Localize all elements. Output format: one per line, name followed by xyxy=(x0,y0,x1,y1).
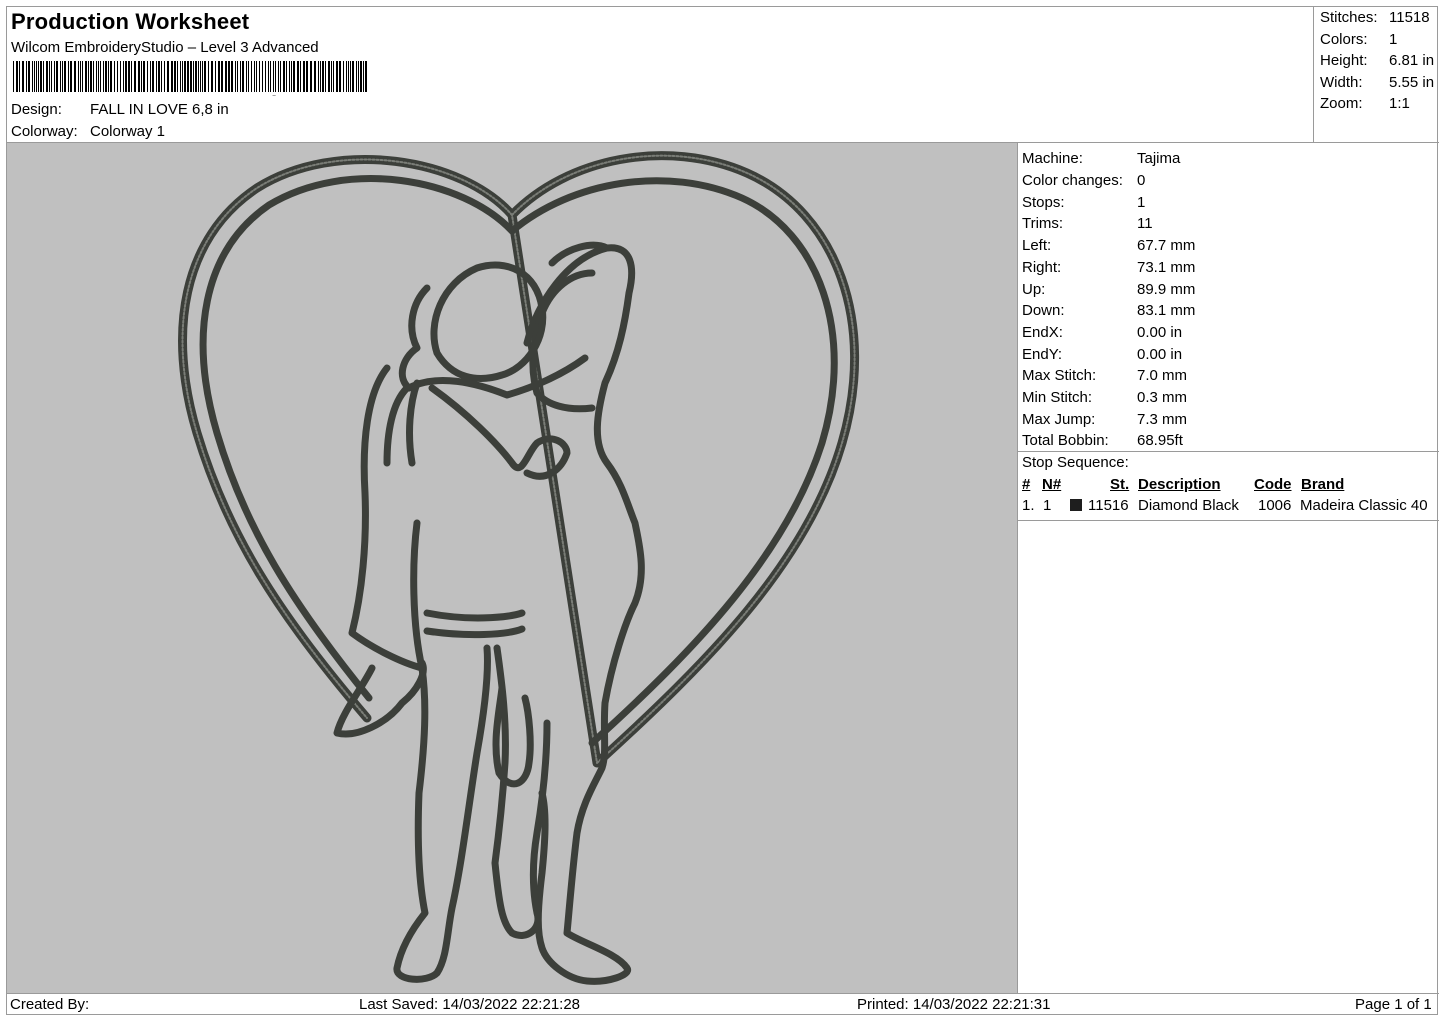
heart-outline-outer xyxy=(178,151,860,768)
right-label: Right: xyxy=(1022,259,1062,276)
machine-label: Machine: xyxy=(1022,150,1083,167)
right-value: 73.1 mm xyxy=(1137,259,1196,276)
software-name: Wilcom EmbroideryStudio – Level 3 Advanc… xyxy=(11,39,319,56)
endx-row: EndX: 0.00 in xyxy=(1022,324,1182,341)
svg-text:,: , xyxy=(271,79,277,96)
barcode-icon: , xyxy=(13,61,367,96)
endy-label: EndY: xyxy=(1022,346,1063,363)
left-value: 67.7 mm xyxy=(1137,237,1196,254)
design-summary: Stitches: 11518 Colors: 1 Height: 6.81 in W… xyxy=(1314,7,1439,143)
row-brand: Madeira Classic 40 xyxy=(1300,497,1428,514)
row-index: 1. xyxy=(1022,497,1035,514)
height-label: Height: xyxy=(1320,52,1368,69)
worksheet-header: Production Worksheet Wilcom EmbroiderySt… xyxy=(7,7,1314,143)
total-bobbin-value: 68.95ft xyxy=(1137,432,1183,449)
down-value: 83.1 mm xyxy=(1137,302,1196,319)
machine-info-panel: Machine: Tajima Color changes: 0 Stops: 1 T… xyxy=(1018,143,1439,993)
min-stitch-value: 0.3 mm xyxy=(1137,389,1188,406)
col-stitches-header: St. xyxy=(1110,476,1130,493)
colorway-label: Colorway: xyxy=(11,123,78,140)
design-label: Design: xyxy=(11,101,62,118)
up-label: Up: xyxy=(1022,281,1046,298)
zoom-value: 1:1 xyxy=(1389,95,1410,112)
color-changes-row: Color changes: 0 xyxy=(1022,172,1145,189)
endx-label: EndX: xyxy=(1022,324,1063,341)
row-code: 1006 xyxy=(1258,497,1292,514)
colors-row: Colors: 1 xyxy=(1320,31,1397,48)
min-stitch-label: Min Stitch: xyxy=(1022,389,1093,406)
col-description-header: Description xyxy=(1138,476,1221,493)
max-jump-value: 7.3 mm xyxy=(1137,411,1188,428)
machine-value: Tajima xyxy=(1137,150,1181,167)
width-value: 5.55 in xyxy=(1389,74,1435,91)
created-by: Created By: xyxy=(10,996,90,1013)
last-saved: Last Saved: 14/03/2022 22:21:28 xyxy=(359,996,581,1013)
col-brand-header: Brand xyxy=(1301,476,1345,493)
max-jump-row: Max Jump: 7.3 mm xyxy=(1022,411,1187,428)
trims-value: 11 xyxy=(1137,215,1153,232)
trims-row: Trims: 11 xyxy=(1022,215,1153,232)
left-row: Left: 67.7 mm xyxy=(1022,237,1195,254)
left-label: Left: xyxy=(1022,237,1052,254)
max-stitch-row: Max Stitch: 7.0 mm xyxy=(1022,367,1187,384)
page-title: Production Worksheet xyxy=(11,9,250,34)
right-row: Right: 73.1 mm xyxy=(1022,259,1195,276)
col-code-header: Code xyxy=(1254,476,1292,493)
min-stitch-row: Min Stitch: 0.3 mm xyxy=(1022,389,1187,406)
zoom-label: Zoom: xyxy=(1320,95,1363,112)
col-index-header: # xyxy=(1022,476,1031,493)
stitches-row: Stitches: 11518 xyxy=(1320,9,1430,26)
down-label: Down: xyxy=(1022,302,1065,319)
up-row: Up: 89.9 mm xyxy=(1022,281,1195,298)
colorway-value: Colorway 1 xyxy=(90,123,166,140)
col-needle-header: N# xyxy=(1042,476,1062,493)
total-bobbin-row: Total Bobbin: 68.95ft xyxy=(1022,432,1183,449)
height-value: 6.81 in xyxy=(1389,52,1435,69)
colors-label: Colors: xyxy=(1320,31,1368,48)
up-value: 89.9 mm xyxy=(1137,281,1196,298)
row-stitches: 11516 xyxy=(1088,497,1129,514)
endy-value: 0.00 in xyxy=(1137,346,1183,363)
design-value: FALL IN LOVE 6,8 in xyxy=(90,101,229,118)
design-preview xyxy=(7,143,1018,993)
machine-row: Machine: Tajima xyxy=(1022,150,1180,167)
embroidery-preview-image xyxy=(178,151,860,985)
colors-value: 1 xyxy=(1389,31,1398,48)
row-description: Diamond Black xyxy=(1138,497,1239,514)
stitches-label: Stitches: xyxy=(1320,9,1378,26)
color-changes-label: Color changes: xyxy=(1022,172,1123,189)
stops-row: Stops: 1 xyxy=(1022,194,1145,211)
trims-label: Trims: xyxy=(1022,215,1064,232)
worksheet-footer: Created By: Last Saved: 14/03/2022 22:21… xyxy=(7,993,1439,1015)
height-row: Height: 6.81 in xyxy=(1320,52,1434,69)
endx-value: 0.00 in xyxy=(1137,324,1183,341)
worksheet-page: Production Worksheet Wilcom EmbroiderySt… xyxy=(6,6,1439,1015)
stop-sequence-title: Stop Sequence: xyxy=(1022,454,1129,471)
zoom-row: Zoom: 1:1 xyxy=(1320,95,1410,112)
color-changes-value: 0 xyxy=(1137,172,1146,189)
page-number: Page 1 of 1 xyxy=(1355,996,1432,1013)
down-row: Down: 83.1 mm xyxy=(1022,302,1195,319)
width-label: Width: xyxy=(1320,74,1363,91)
width-row: Width: 5.55 in xyxy=(1320,74,1434,91)
stitches-value: 11518 xyxy=(1389,9,1430,26)
row-needle: 1 xyxy=(1043,497,1052,514)
total-bobbin-label: Total Bobbin: xyxy=(1022,432,1109,449)
endy-row: EndY: 0.00 in xyxy=(1022,346,1182,363)
printed-date: Printed: 14/03/2022 22:21:31 xyxy=(857,996,1051,1013)
max-stitch-label: Max Stitch: xyxy=(1022,367,1097,384)
max-jump-label: Max Jump: xyxy=(1022,411,1096,428)
table-divider xyxy=(1018,520,1439,521)
colorway-row: Colorway: Colorway 1 xyxy=(11,123,165,140)
max-stitch-value: 7.0 mm xyxy=(1137,367,1188,384)
stops-value: 1 xyxy=(1137,194,1146,211)
thread-color-swatch xyxy=(1070,499,1082,511)
info-divider xyxy=(1018,451,1439,452)
stops-label: Stops: xyxy=(1022,194,1065,211)
design-row: Design: FALL IN LOVE 6,8 in xyxy=(11,101,229,118)
